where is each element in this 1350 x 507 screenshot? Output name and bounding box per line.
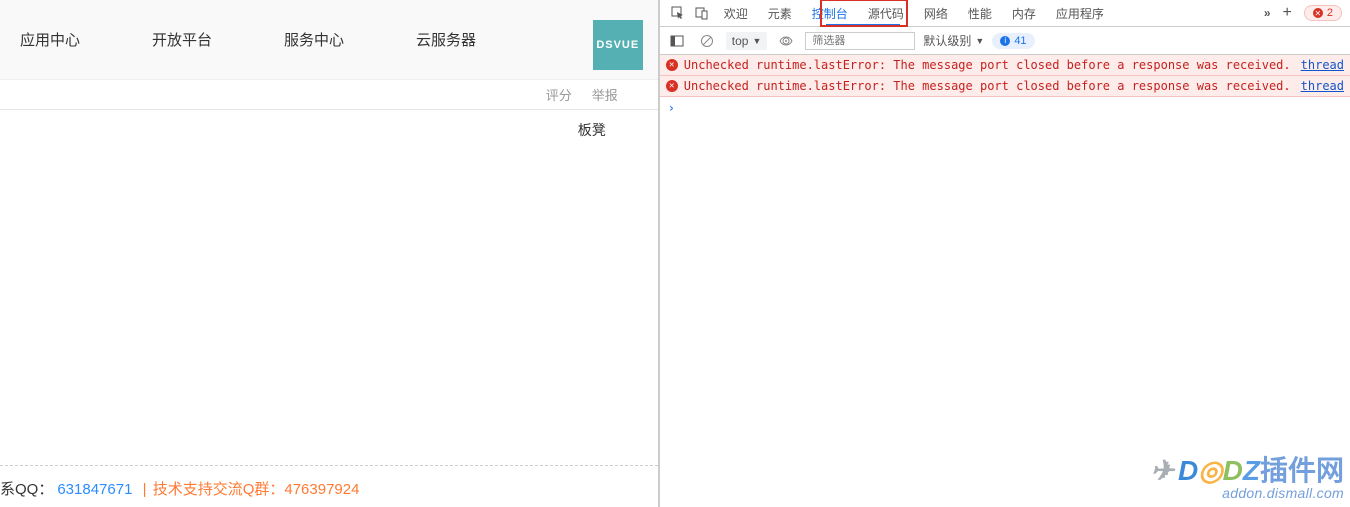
footer-contact: 系QQ：631847671 | 技术支持交流Q群：476397924 — [0, 478, 658, 499]
nav-cloud-server[interactable]: 云服务器 — [416, 29, 476, 50]
bench-label: 板凳 — [578, 120, 606, 140]
tab-network[interactable]: 网络 — [914, 0, 958, 26]
qq-number[interactable]: 631847671 — [57, 481, 132, 498]
tab-welcome[interactable]: 欢迎 — [714, 0, 758, 26]
console-filter-bar: top ▼ 默认级别 ▼ i 41 — [660, 27, 1350, 55]
log-level-label: 默认级别 — [923, 32, 971, 49]
more-tabs-icon[interactable]: » — [1264, 6, 1271, 20]
tab-console[interactable]: 控制台 — [802, 0, 858, 26]
source-link[interactable]: thread — [1301, 79, 1344, 93]
error-message: Unchecked runtime.lastError: The message… — [684, 58, 1291, 72]
nav-app-center[interactable]: 应用中心 — [20, 29, 80, 50]
tab-performance[interactable]: 性能 — [958, 0, 1002, 26]
info-icon: i — [1000, 36, 1010, 46]
prompt-caret-icon: › — [668, 101, 675, 115]
error-icon: ✕ — [1313, 8, 1323, 18]
error-icon: ✕ — [666, 80, 678, 92]
nav-service-center[interactable]: 服务中心 — [284, 29, 344, 50]
console-prompt[interactable]: › — [660, 97, 1350, 119]
clear-console-icon[interactable] — [696, 30, 718, 52]
devtools-panel: 欢迎 元素 控制台 源代码 网络 性能 内存 应用程序 » + ✕ 2 top … — [659, 0, 1350, 507]
device-toggle-icon[interactable] — [690, 0, 714, 26]
hidden-messages-badge[interactable]: i 41 — [992, 33, 1034, 49]
toggle-sidebar-icon[interactable] — [666, 30, 688, 52]
sub-actions-bar: 评分 举报 — [0, 80, 658, 110]
chevron-down-icon: ▼ — [975, 36, 984, 46]
console-error-row[interactable]: ✕ Unchecked runtime.lastError: The messa… — [660, 76, 1350, 97]
rate-link[interactable]: 评分 — [546, 85, 572, 104]
devtools-tab-bar: 欢迎 元素 控制台 源代码 网络 性能 内存 应用程序 » + ✕ 2 — [660, 0, 1350, 27]
report-link[interactable]: 举报 — [592, 85, 618, 104]
tab-memory[interactable]: 内存 — [1002, 0, 1046, 26]
error-count-value: 2 — [1327, 7, 1333, 19]
tab-elements[interactable]: 元素 — [758, 0, 802, 26]
error-icon: ✕ — [666, 59, 678, 71]
tab-sources[interactable]: 源代码 — [858, 0, 914, 26]
brand-logo[interactable]: DSVUE — [593, 20, 643, 70]
footer-separator: | — [143, 481, 147, 498]
chevron-down-icon: ▼ — [752, 36, 761, 46]
error-message: Unchecked runtime.lastError: The message… — [684, 79, 1291, 93]
new-tab-icon[interactable]: + — [1283, 4, 1292, 22]
main-nav: 应用中心 开放平台 服务中心 云服务器 DSVUE — [0, 0, 658, 80]
filter-input[interactable] — [805, 32, 915, 50]
support-label: 技术支持交流Q群： — [153, 481, 285, 498]
nav-open-platform[interactable]: 开放平台 — [152, 29, 212, 50]
console-output: ✕ Unchecked runtime.lastError: The messa… — [660, 55, 1350, 507]
active-tab-indicator — [826, 24, 900, 26]
hidden-count-value: 41 — [1014, 35, 1026, 47]
qq-label: 系QQ： — [0, 481, 53, 498]
context-selector[interactable]: top ▼ — [726, 32, 768, 50]
support-group-number[interactable]: 476397924 — [284, 481, 359, 498]
live-expression-icon[interactable] — [775, 30, 797, 52]
inspect-element-icon[interactable] — [666, 0, 690, 26]
footer-divider — [0, 465, 658, 466]
console-error-row[interactable]: ✕ Unchecked runtime.lastError: The messa… — [660, 55, 1350, 76]
error-count-badge[interactable]: ✕ 2 — [1304, 5, 1342, 21]
context-label: top — [732, 34, 749, 48]
reply-position-row: 板凳 — [0, 110, 658, 150]
log-level-selector[interactable]: 默认级别 ▼ — [923, 32, 984, 49]
tab-application[interactable]: 应用程序 — [1046, 0, 1114, 26]
source-link[interactable]: thread — [1301, 58, 1344, 72]
